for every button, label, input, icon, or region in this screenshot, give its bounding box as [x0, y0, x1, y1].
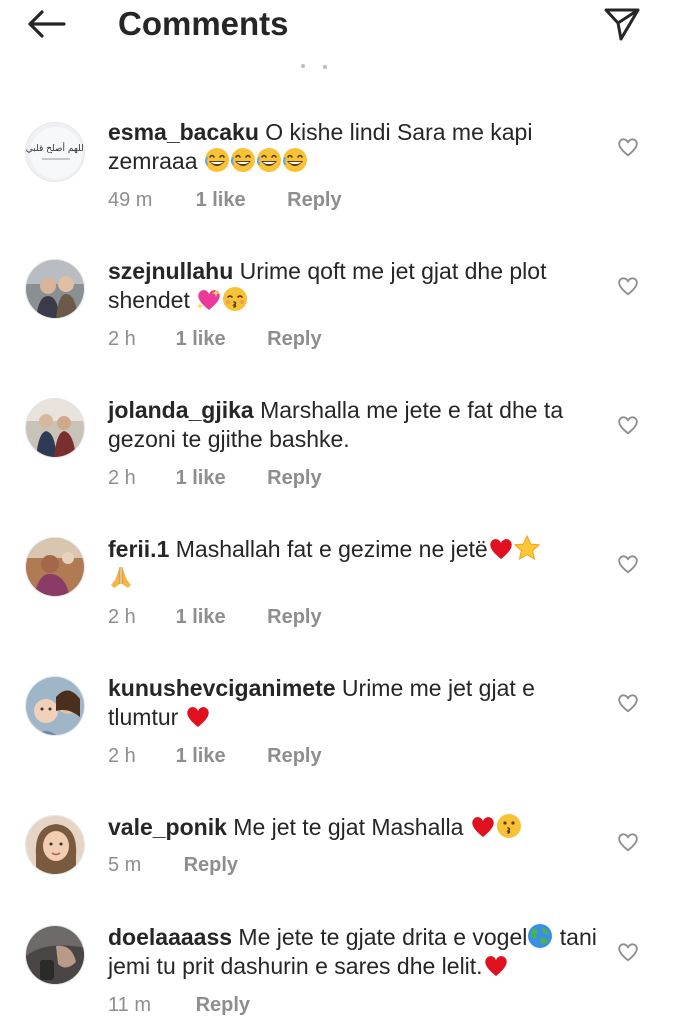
comment-username[interactable]: jolanda_gjika [108, 397, 254, 423]
heart-outline-icon [616, 414, 640, 436]
avatar[interactable] [25, 815, 85, 875]
comment-text: kunushevciganimete Urime me jet gjat e t… [108, 674, 598, 732]
comment-time: 2 h [108, 328, 136, 350]
grinning-sweat-face-icon [282, 147, 308, 173]
comment-username[interactable]: szejnullahu [108, 258, 233, 284]
comment-meta: 2 h 1 like Reply [108, 605, 322, 629]
like-button[interactable] [614, 938, 642, 966]
red-heart-icon [185, 705, 211, 729]
comment-meta: 2 h 1 like Reply [108, 744, 322, 768]
avatar[interactable] [25, 259, 85, 319]
comment-time: 2 h [108, 606, 136, 628]
comment-meta: 49 m 1 like Reply [108, 188, 342, 212]
likes-count[interactable]: 1 like [176, 744, 262, 768]
comment-meta: 2 h 1 like Reply [108, 327, 322, 351]
like-button[interactable] [614, 133, 642, 161]
like-button[interactable] [614, 411, 642, 439]
like-button[interactable] [614, 550, 642, 578]
heart-outline-icon [616, 831, 640, 853]
avatar[interactable] [25, 537, 85, 597]
heart-outline-icon [616, 941, 640, 963]
comment-username[interactable]: vale_ponik [108, 814, 227, 840]
heart-outline-icon [616, 275, 640, 297]
arrow-left-icon [28, 10, 66, 38]
comment-username[interactable]: doelaaaass [108, 924, 232, 950]
red-heart-icon [483, 954, 509, 978]
comment-meta: 5 m Reply [108, 853, 238, 877]
comment-meta: 2 h 1 like Reply [108, 466, 322, 490]
back-button[interactable] [24, 4, 68, 44]
avatar[interactable] [25, 676, 85, 736]
page-title: Comments [118, 5, 289, 42]
comment-text: vale_ponik Me jet te gjat Mashalla [108, 813, 598, 842]
comment-message: Me jete te gjate drita e vogel [238, 924, 528, 950]
likes-count[interactable]: 1 like [176, 327, 262, 351]
heart-outline-icon [616, 553, 640, 575]
comment-text: doelaaaass Me jete te gjate drita e voge… [108, 923, 598, 981]
comment-time: 5 m [108, 854, 142, 876]
folded-hands-icon [108, 564, 134, 590]
reply-button[interactable]: Reply [267, 605, 321, 629]
comment-time: 2 h [108, 745, 136, 767]
avatar[interactable] [25, 925, 85, 985]
likes-count[interactable]: 1 like [196, 188, 282, 212]
comment-text: ferii.1 Mashallah fat e gezime ne jetë [108, 535, 598, 593]
avatar[interactable]: اللهم أصلح قلبي [25, 122, 85, 182]
comment-message: Me jet te gjat Mashalla [233, 814, 464, 840]
comment-username[interactable]: kunushevciganimete [108, 675, 336, 701]
reply-button[interactable]: Reply [287, 188, 341, 212]
red-heart-icon [488, 537, 514, 561]
comment-meta: 11 m Reply [108, 993, 250, 1017]
header-bar: Comments [0, 0, 674, 56]
like-button[interactable] [614, 689, 642, 717]
grinning-sweat-face-icon [230, 147, 256, 173]
comment-time: 11 m [108, 994, 151, 1016]
comment-text: jolanda_gjika Marshalla me jete e fat dh… [108, 396, 598, 454]
comment-message: Mashallah fat e gezime ne jetë [175, 536, 488, 562]
reply-button[interactable]: Reply [196, 993, 250, 1017]
star-icon [514, 535, 540, 561]
reply-button[interactable]: Reply [267, 327, 321, 351]
reply-button[interactable]: Reply [267, 744, 321, 768]
paper-plane-icon [604, 8, 640, 41]
sparkling-heart-icon [196, 288, 222, 312]
globe-icon [527, 923, 553, 949]
comment-username[interactable]: esma_bacaku [108, 119, 259, 145]
likes-count[interactable]: 1 like [176, 605, 262, 629]
scroll-indicator [301, 64, 327, 69]
kissing-face-icon [496, 813, 522, 839]
like-button[interactable] [614, 828, 642, 856]
avatar[interactable] [25, 398, 85, 458]
avatar-logo-text: اللهم أصلح قلبي [26, 142, 85, 154]
heart-outline-icon [616, 136, 640, 158]
red-heart-icon [470, 815, 496, 839]
like-button[interactable] [614, 272, 642, 300]
comment-username[interactable]: ferii.1 [108, 536, 169, 562]
comment-text: szejnullahu Urime qoft me jet gjat dhe p… [108, 257, 598, 315]
grinning-sweat-face-icon [256, 147, 282, 173]
comment-time: 2 h [108, 467, 136, 489]
share-button[interactable] [600, 4, 644, 44]
reply-button[interactable]: Reply [267, 466, 321, 490]
heart-outline-icon [616, 692, 640, 714]
reply-button[interactable]: Reply [184, 853, 238, 877]
likes-count[interactable]: 1 like [176, 466, 262, 490]
grinning-sweat-face-icon [204, 147, 230, 173]
comment-text: esma_bacaku O kishe lindi Sara me kapi z… [108, 118, 598, 176]
comment-time: 49 m [108, 189, 153, 211]
kissing-face-closed-eyes-icon [222, 286, 248, 312]
